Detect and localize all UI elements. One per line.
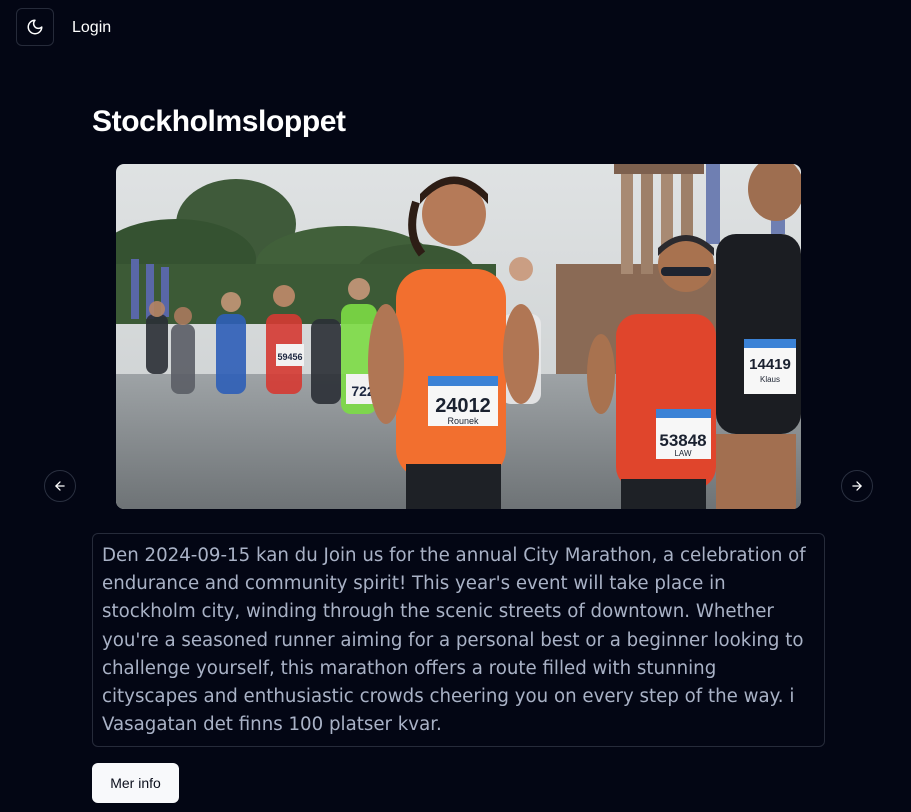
- bib-14419: 14419: [749, 356, 791, 373]
- moon-icon: [27, 19, 43, 35]
- arrow-right-icon: [852, 481, 862, 491]
- carousel-prev-button[interactable]: [44, 470, 76, 502]
- bib-59456: 59456: [277, 352, 302, 362]
- login-link[interactable]: Login: [72, 18, 111, 38]
- carousel-next-button[interactable]: [841, 470, 873, 502]
- more-info-button[interactable]: Mer info: [92, 763, 179, 803]
- event-description: Den 2024-09-15 kan du Join us for the an…: [92, 533, 825, 747]
- carousel-image: 722 24012 Rounek 53848 LAW 14419 Klaus 5…: [116, 164, 801, 509]
- bib-name-law: LAW: [674, 449, 691, 458]
- page-title: Stockholmsloppet: [92, 105, 346, 138]
- bib-name-rounek: Rounek: [447, 416, 479, 426]
- image-carousel: 722 24012 Rounek 53848 LAW 14419 Klaus 5…: [0, 164, 911, 509]
- bib-53848: 53848: [659, 431, 706, 450]
- page: Login Stockholmsloppet 722 24012 Rounek …: [0, 0, 911, 812]
- bib-24012: 24012: [435, 395, 491, 417]
- bib-name-klaus: Klaus: [760, 375, 780, 384]
- arrow-left-icon: [55, 481, 65, 491]
- theme-toggle-button[interactable]: [16, 8, 54, 46]
- marathon-runners-photo: 722 24012 Rounek 53848 LAW 14419 Klaus 5…: [116, 164, 801, 509]
